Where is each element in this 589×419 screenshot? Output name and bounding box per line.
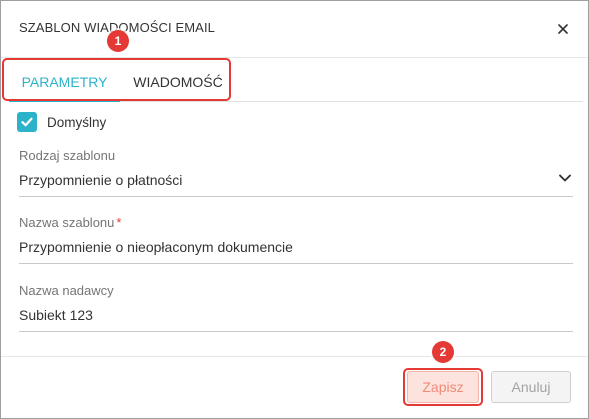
default-checkbox-label: Domyślny [47,114,107,130]
default-checkbox[interactable]: Domyślny [17,111,106,133]
save-button[interactable]: Zapisz [407,371,479,403]
required-asterisk: * [116,215,122,230]
dialog-header: SZABLON WIADOMOŚCI EMAIL [1,1,588,58]
checkmark-icon [21,117,33,127]
cancel-button[interactable]: Anuluj [491,371,571,403]
annotation-badge-1: 1 [107,30,129,52]
chevron-down-icon[interactable] [557,170,573,186]
annotation-badge-2: 2 [432,341,454,363]
checkbox-checked-icon[interactable] [17,112,37,132]
close-icon [558,24,568,34]
template-name-field[interactable]: Nazwa szablonu * Przypomnienie o nieopłac… [19,215,573,264]
annotation-highlight-tabs [2,58,231,101]
sender-name-field[interactable]: Nazwa nadawcy Subiekt 123 [19,283,573,332]
sender-name-value: Subiekt 123 [19,307,93,323]
sender-name-label: Nazwa nadawcy [19,283,114,298]
template-type-select[interactable]: Rodzaj szablonu Przypomnienie o płatnośc… [19,148,573,197]
template-name-value: Przypomnienie o nieopłaconym dokumencie [19,239,293,255]
template-type-label: Rodzaj szablonu [19,148,116,163]
close-button[interactable] [551,17,575,41]
template-type-value: Przypomnienie o płatności [19,172,183,188]
template-name-label: Nazwa szablonu * [19,215,122,230]
email-template-dialog: SZABLON WIADOMOŚCI EMAIL PARAMETRY WIADO… [0,0,589,419]
